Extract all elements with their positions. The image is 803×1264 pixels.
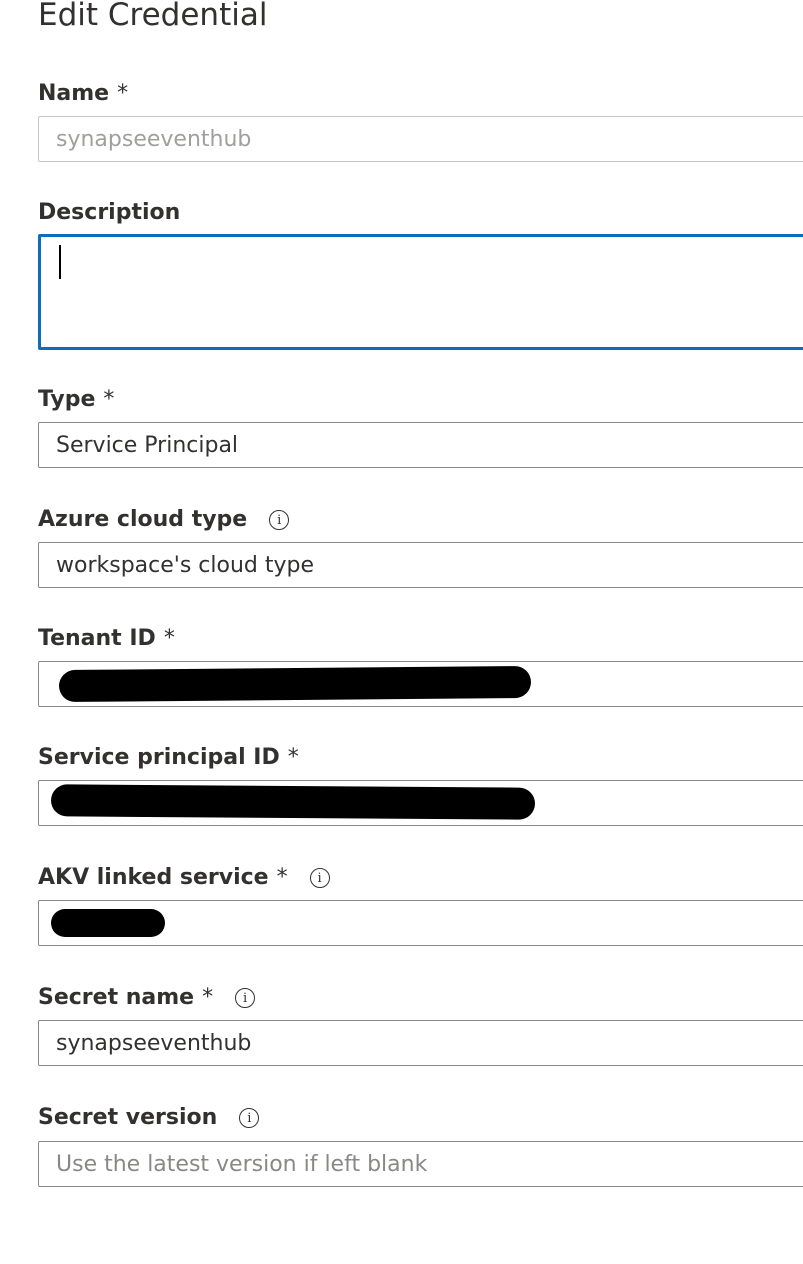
tenant-id-label-text: Tenant ID bbox=[38, 626, 156, 651]
name-input[interactable]: synapseeventhub bbox=[38, 116, 803, 162]
akv-linked-service-label: AKV linked service * i bbox=[38, 864, 330, 892]
type-label: Type * bbox=[38, 386, 114, 414]
secret-version-label-text: Secret version bbox=[38, 1105, 218, 1130]
redaction-mark bbox=[51, 909, 165, 937]
service-principal-id-label-text: Service principal ID bbox=[38, 745, 280, 770]
secret-name-input[interactable]: synapseeventhub bbox=[38, 1020, 803, 1066]
secret-name-value: synapseeventhub bbox=[56, 1030, 252, 1056]
akv-linked-service-label-text: AKV linked service bbox=[38, 865, 269, 890]
required-asterisk: * bbox=[163, 626, 175, 651]
service-principal-id-label: Service principal ID * bbox=[38, 744, 299, 772]
required-asterisk: * bbox=[202, 985, 214, 1010]
tenant-id-input[interactable] bbox=[38, 661, 803, 707]
info-icon[interactable]: i bbox=[309, 868, 330, 888]
tenant-id-label: Tenant ID * bbox=[38, 625, 175, 653]
secret-version-placeholder: Use the latest version if left blank bbox=[56, 1151, 428, 1177]
redaction-mark bbox=[50, 784, 536, 820]
secret-version-label: Secret version i bbox=[38, 1104, 260, 1132]
description-textarea[interactable] bbox=[38, 234, 803, 350]
secret-version-input[interactable]: Use the latest version if left blank bbox=[38, 1141, 803, 1187]
type-label-text: Type bbox=[38, 387, 96, 412]
akv-linked-service-dropdown[interactable] bbox=[38, 900, 803, 946]
name-label: Name * bbox=[38, 80, 128, 108]
redaction-mark bbox=[58, 665, 532, 703]
required-asterisk: * bbox=[103, 387, 115, 412]
service-principal-id-input[interactable] bbox=[38, 780, 803, 826]
info-icon[interactable]: i bbox=[235, 988, 256, 1008]
name-input-value: synapseeventhub bbox=[56, 126, 252, 152]
required-asterisk: * bbox=[287, 745, 299, 770]
secret-name-label-text: Secret name bbox=[38, 985, 195, 1010]
azure-cloud-type-dropdown[interactable]: workspace's cloud type bbox=[38, 542, 803, 588]
azure-cloud-type-label-text: Azure cloud type bbox=[38, 507, 248, 532]
required-asterisk: * bbox=[117, 81, 129, 106]
type-dropdown[interactable]: Service Principal bbox=[38, 422, 803, 468]
name-label-text: Name bbox=[38, 81, 110, 106]
info-icon[interactable]: i bbox=[239, 1108, 260, 1128]
type-dropdown-value: Service Principal bbox=[56, 432, 239, 458]
description-label-text: Description bbox=[38, 200, 181, 225]
panel-title: Edit Credential bbox=[38, 0, 268, 33]
azure-cloud-type-label: Azure cloud type i bbox=[38, 506, 290, 534]
info-icon[interactable]: i bbox=[269, 510, 290, 530]
text-caret bbox=[59, 245, 61, 279]
required-asterisk: * bbox=[276, 865, 288, 890]
description-label: Description bbox=[38, 199, 180, 227]
azure-cloud-type-value: workspace's cloud type bbox=[56, 552, 314, 578]
secret-name-label: Secret name * i bbox=[38, 984, 256, 1012]
